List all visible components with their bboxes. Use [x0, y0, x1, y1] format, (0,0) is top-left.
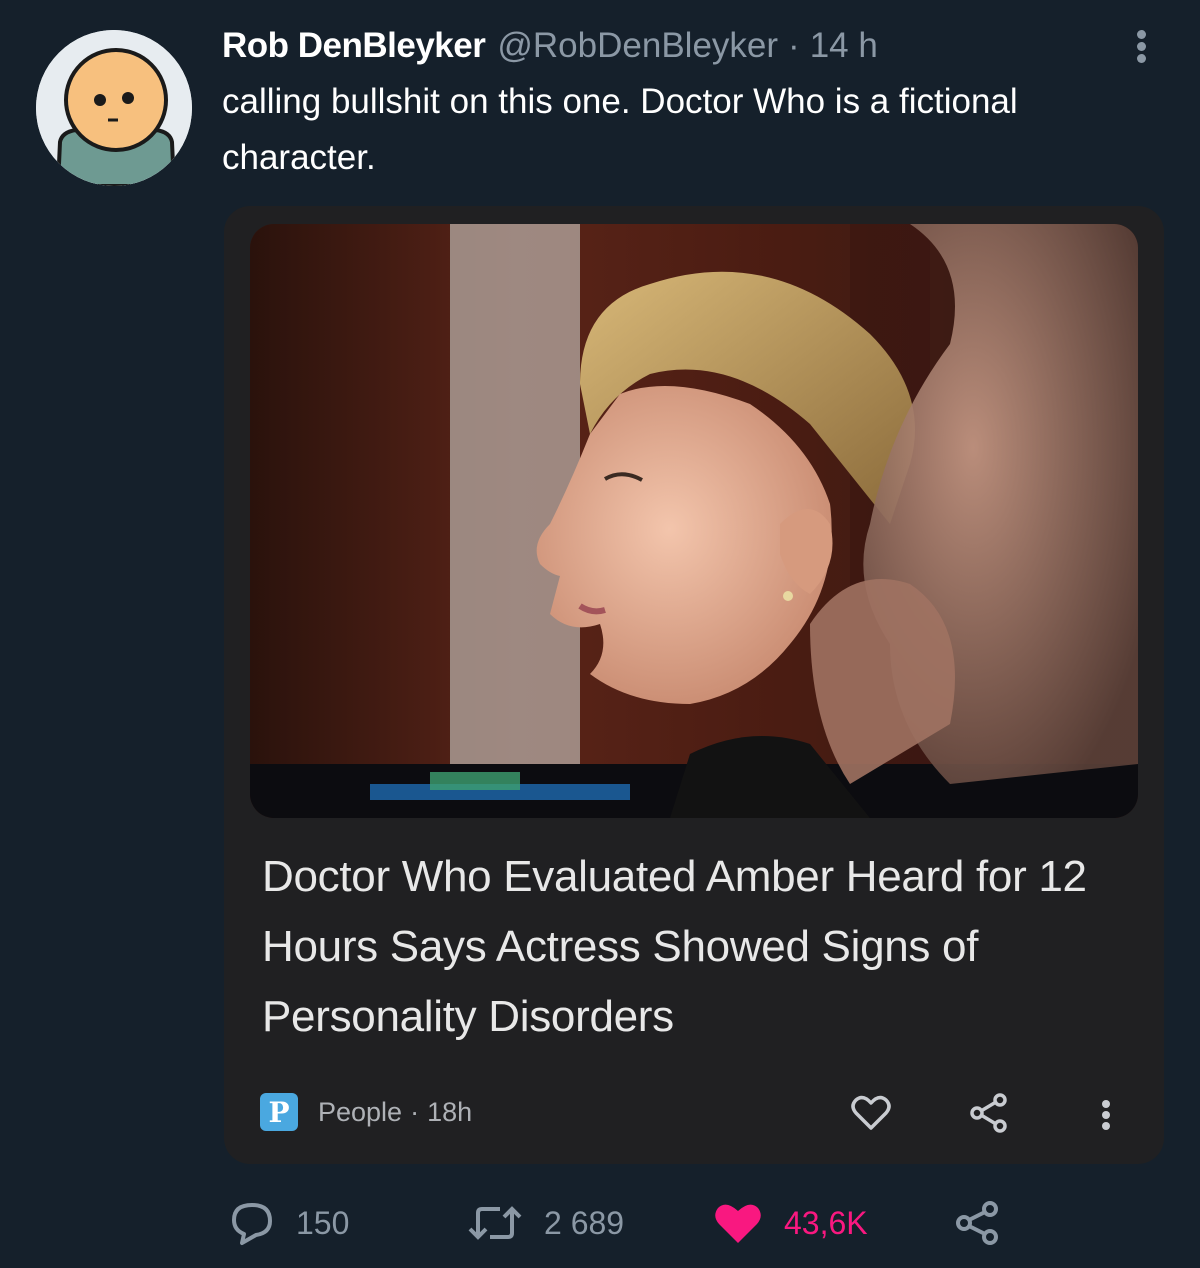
- like-count: 43,6K: [784, 1204, 868, 1241]
- tweet-timestamp[interactable]: 14 h: [810, 26, 878, 66]
- tweet-header: Rob DenBleyker @RobDenBleyker · 14 h: [222, 22, 878, 70]
- card-share-icon[interactable]: [966, 1090, 1012, 1136]
- tweet-text: calling bullshit on this one. Doctor Who…: [222, 82, 1018, 177]
- author-name[interactable]: Rob DenBleyker: [222, 26, 486, 66]
- header-separator: ·: [788, 26, 800, 65]
- author-handle[interactable]: @RobDenBleyker: [497, 26, 778, 66]
- card-more-icon[interactable]: [1086, 1090, 1126, 1136]
- source-age: 18h: [427, 1096, 473, 1127]
- share-icon: [956, 1201, 998, 1245]
- source-separator: ·: [410, 1096, 420, 1127]
- source-name: People: [318, 1096, 403, 1127]
- tweet-more-icon[interactable]: [1120, 22, 1164, 70]
- article-photo: [250, 224, 1138, 818]
- article-headline[interactable]: Doctor Who Evaluated Amber Heard for 12 …: [262, 842, 1142, 1052]
- card-heart-outline-icon[interactable]: [848, 1090, 894, 1136]
- reply-count: 150: [296, 1204, 350, 1241]
- people-logo-icon: P: [260, 1093, 298, 1131]
- author-avatar[interactable]: [36, 30, 192, 186]
- retweet-icon: [468, 1206, 522, 1240]
- reply-button[interactable]: 150: [228, 1196, 349, 1250]
- article-source[interactable]: P People · 18h: [260, 1092, 472, 1132]
- reply-icon: [232, 1203, 272, 1245]
- cartoon-avatar-image: [36, 30, 192, 186]
- heart-filled-icon: [715, 1204, 761, 1243]
- retweet-button[interactable]: 2 689: [466, 1196, 624, 1250]
- article-card[interactable]: Doctor Who Evaluated Amber Heard for 12 …: [224, 206, 1164, 1164]
- like-button[interactable]: 43,6K: [712, 1196, 868, 1250]
- retweet-count: 2 689: [544, 1204, 625, 1241]
- share-button[interactable]: [952, 1196, 1004, 1250]
